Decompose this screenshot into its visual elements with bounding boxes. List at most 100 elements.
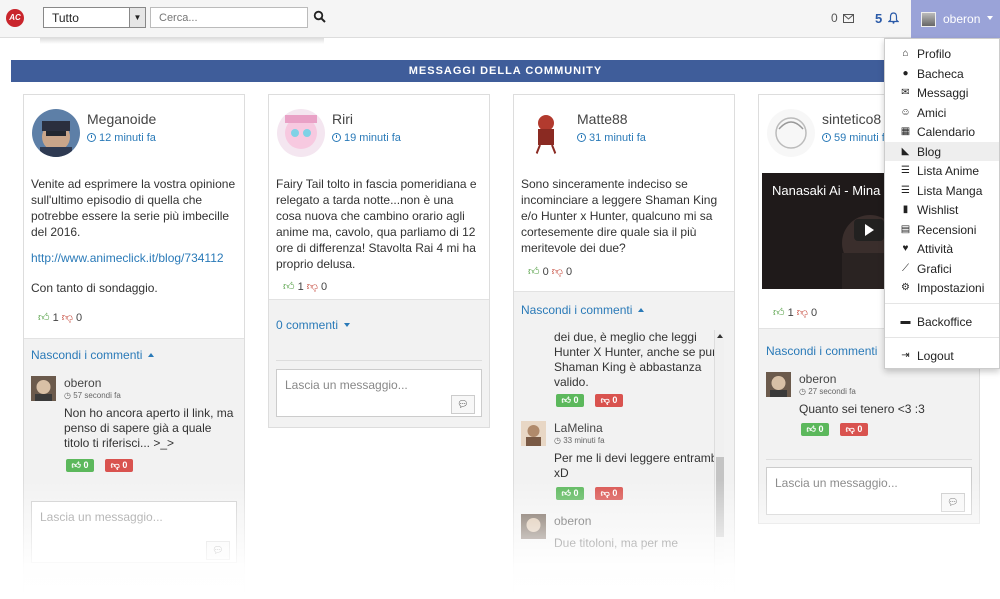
post-author[interactable]: sintetico8: [822, 111, 881, 127]
toggle-comments-link[interactable]: Nascondi i commenti: [766, 344, 877, 358]
dislike-button[interactable]: 👎︎ 0: [595, 394, 623, 407]
rss-icon: ◣: [901, 146, 910, 157]
menu-item-lista-anime[interactable]: ☰ Lista Anime: [885, 161, 999, 180]
menu-item-bacheca[interactable]: ● Bacheca: [885, 64, 999, 83]
avatar[interactable]: [521, 514, 546, 539]
menu-item-lista-manga[interactable]: ☰ Lista Manga: [885, 181, 999, 200]
menu-item-impostazioni[interactable]: ⚙ Impostazioni: [885, 278, 999, 297]
menu-item-profilo[interactable]: ⌂ Profilo: [885, 44, 999, 63]
menu-item-wishlist[interactable]: ▮ Wishlist: [885, 200, 999, 219]
menu-item-amici[interactable]: ☺ Amici: [885, 103, 999, 122]
post-author[interactable]: Matte88: [577, 111, 628, 127]
thumbs-down-icon[interactable]: 👎︎: [552, 266, 563, 278]
menu-item-grafici[interactable]: ⟋ Grafici: [885, 259, 999, 278]
calendar-icon: ▦: [900, 126, 911, 137]
toggle-comments-link[interactable]: Nascondi i commenti: [31, 348, 155, 362]
post-votes: 👍︎ 1 👎︎ 0: [773, 306, 817, 319]
top-bar: AC Tutto ▼ 0 5 oberon: [0, 0, 1000, 38]
search-icon[interactable]: [313, 10, 327, 24]
avatar[interactable]: [767, 109, 815, 157]
avatar[interactable]: [277, 109, 325, 157]
comment: LaMelina ◷ 33 minuti fa Per me li devi l…: [521, 421, 731, 501]
post-votes: 👍︎ 1 👎︎ 0: [38, 311, 82, 324]
send-button[interactable]: 💬︎: [451, 395, 475, 414]
comment: oberon Due titoloni, ma per me: [521, 514, 731, 574]
post-author[interactable]: Meganoide: [87, 111, 156, 127]
book-icon: ▤: [900, 224, 911, 235]
play-icon[interactable]: [854, 219, 884, 241]
clock-icon: [87, 133, 96, 142]
menu-item-blog[interactable]: ◣ Blog: [885, 142, 999, 161]
avatar[interactable]: [528, 109, 564, 157]
scroll-up-arrow[interactable]: [717, 334, 723, 338]
scrollbar-thumb[interactable]: [716, 457, 724, 537]
chevron-down-icon[interactable]: ▼: [129, 8, 145, 27]
thumbs-up-icon[interactable]: 👍︎: [38, 312, 50, 324]
search-filter-select[interactable]: Tutto ▼: [43, 7, 146, 28]
like-button[interactable]: 👍︎ 0: [556, 487, 584, 500]
menu-item-backoffice[interactable]: ▬ Backoffice: [885, 312, 999, 331]
menu-item-attivita[interactable]: ♥ Attività: [885, 239, 999, 258]
dislike-button[interactable]: 👎︎ 0: [595, 487, 623, 500]
post-text: Sono sinceramente indeciso se incomincia…: [521, 177, 718, 255]
avatar[interactable]: [31, 376, 56, 401]
thumbs-up-icon[interactable]: 👍︎: [283, 281, 295, 293]
menu-item-logout[interactable]: ⇥ Logout: [885, 346, 999, 365]
comment-text: Due titoloni, ma per me: [554, 536, 679, 550]
comment-input[interactable]: Lascia un messaggio... 💬︎: [31, 501, 237, 563]
comment-author[interactable]: oberon: [64, 376, 101, 390]
scrollbar[interactable]: [714, 330, 724, 596]
search-field[interactable]: [150, 7, 308, 28]
toggle-comments-link[interactable]: 0 commenti: [276, 318, 351, 332]
post-body: Meganoide 12 minuti fa Venite ad esprime…: [24, 95, 244, 339]
comment: dei due, è meglio che leggi Hunter X Hun…: [521, 328, 731, 407]
post-text: Venite ad esprimere la vostra opinione s…: [31, 177, 236, 239]
dislike-button[interactable]: 👎︎ 0: [105, 459, 133, 472]
like-button[interactable]: 👍︎ 0: [801, 423, 829, 436]
post-votes: 👍︎ 1 👎︎ 0: [283, 280, 327, 293]
user-dropdown-menu: ⌂ Profilo ● Bacheca ✉ Messaggi ☺ Amici ▦ Cale…: [884, 38, 1000, 369]
comment-author[interactable]: LaMelina: [554, 421, 603, 435]
like-button[interactable]: 👍︎ 0: [66, 459, 94, 472]
avatar[interactable]: [32, 109, 80, 157]
comment-input[interactable]: Lascia un messaggio... 💬︎: [276, 369, 482, 417]
post-author[interactable]: Riri: [332, 111, 353, 127]
thumbs-down-icon[interactable]: 👎︎: [307, 281, 318, 293]
post-card: Matte88 31 minuti fa Sono sinceramente i…: [513, 94, 735, 599]
post-text: Fairy Tail tolto in fascia pomeridiana e…: [276, 177, 477, 271]
post-link[interactable]: http://www.animeclick.it/blog/734112: [31, 250, 237, 266]
thumbs-down-icon[interactable]: 👎︎: [797, 307, 808, 319]
toggle-comments-link[interactable]: Nascondi i commenti: [521, 303, 645, 317]
avatar[interactable]: [766, 372, 791, 397]
search-input[interactable]: [151, 8, 301, 27]
send-button[interactable]: 💬︎: [941, 493, 965, 512]
post-time: 31 minuti fa: [577, 132, 646, 144]
thumbs-up-icon[interactable]: 👍︎: [528, 266, 540, 278]
like-count: 1: [297, 281, 304, 293]
clock-icon: [822, 133, 831, 142]
section-title: MESSAGGI DELLA COMMUNITY: [11, 60, 1000, 82]
search-filter-value: Tutto: [52, 11, 79, 25]
avatar[interactable]: [521, 421, 546, 446]
user-menu-button[interactable]: oberon: [911, 0, 1000, 38]
menu-item-recensioni[interactable]: ▤ Recensioni: [885, 220, 999, 239]
messages-count: 0: [831, 11, 838, 25]
site-logo[interactable]: AC: [6, 9, 24, 27]
menu-item-messaggi[interactable]: ✉ Messaggi: [885, 83, 999, 102]
bookmark-icon: ▮: [902, 204, 909, 215]
comment-author[interactable]: oberon: [799, 372, 836, 386]
like-button[interactable]: 👍︎ 0: [556, 394, 584, 407]
comments-scroll-area[interactable]: dei due, è meglio che leggi Hunter X Hun…: [514, 328, 734, 598]
thumbs-up-icon[interactable]: 👍︎: [773, 307, 785, 319]
thumbs-down-icon[interactable]: 👎︎: [62, 312, 73, 324]
notifications-count: 5: [875, 11, 883, 26]
envelope-icon: ✉: [901, 87, 910, 98]
comment-text: Quanto sei tenero <3 :3: [799, 402, 925, 416]
caret-up-icon: [148, 353, 155, 357]
comment-input[interactable]: Lascia un messaggio... 💬︎: [766, 467, 972, 515]
menu-item-calendario[interactable]: ▦ Calendario: [885, 122, 999, 141]
comment-input-placeholder: Lascia un messaggio...: [775, 476, 898, 490]
send-button[interactable]: 💬︎: [206, 541, 230, 560]
comment-author[interactable]: oberon: [554, 514, 591, 528]
dislike-button[interactable]: 👎︎ 0: [840, 423, 868, 436]
